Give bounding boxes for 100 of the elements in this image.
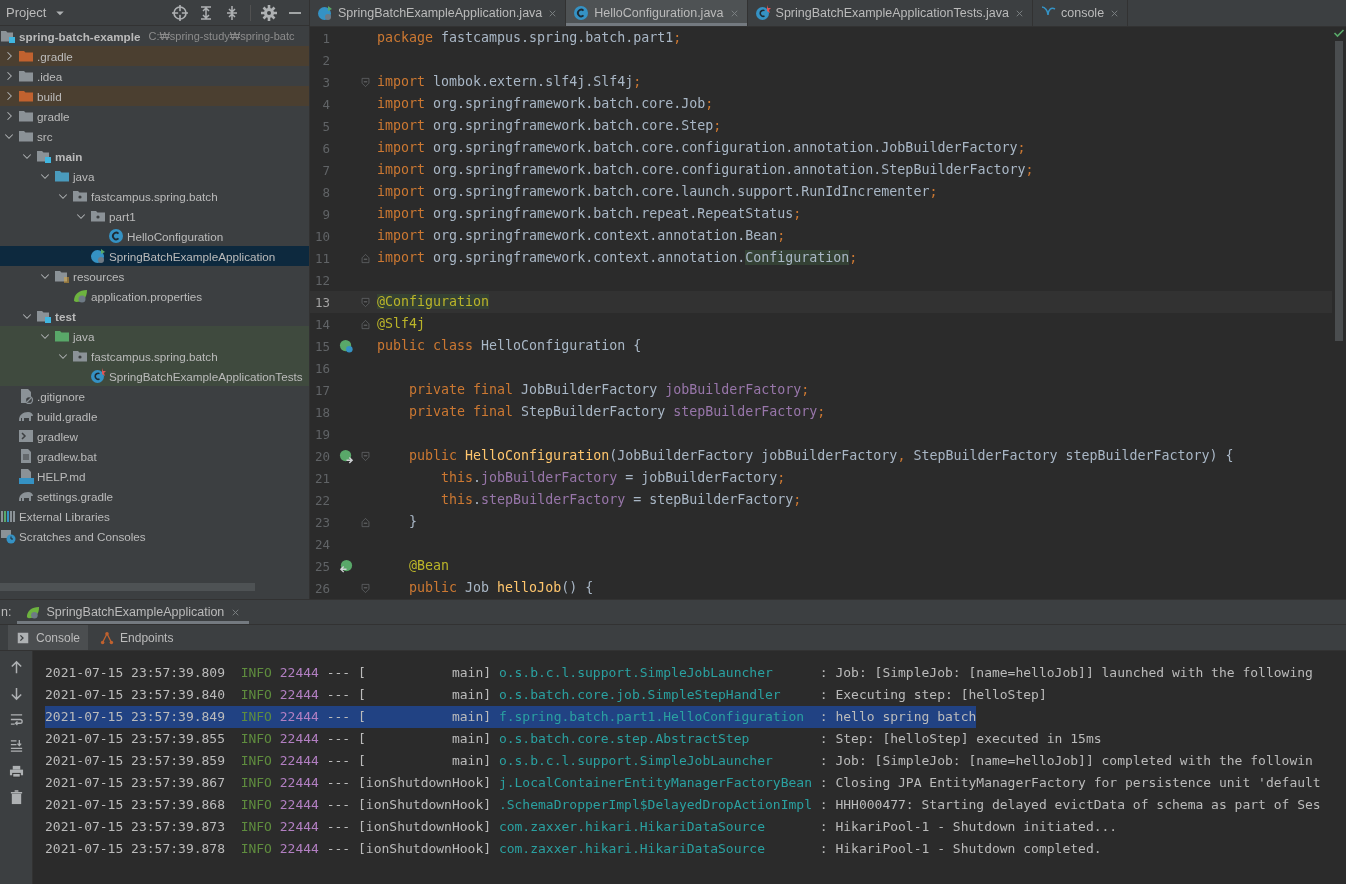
package-icon — [72, 348, 88, 364]
fold-marker-icon[interactable] — [360, 582, 371, 594]
folder-icon — [18, 128, 34, 144]
line-number: 25 — [313, 558, 330, 574]
line-number: 3 — [321, 74, 330, 90]
code-line: private final StepBuilderFactory stepBuilderFactory; — [408, 403, 826, 421]
project-view-dropdown[interactable]: Project — [6, 5, 67, 20]
fold-marker-icon[interactable] — [360, 516, 371, 528]
code-line: private final JobBuilderFactory jobBuilderFactory; — [408, 381, 810, 399]
line-number: 21 — [313, 470, 330, 486]
class-icon — [573, 5, 590, 21]
tree-item[interactable]: java — [0, 166, 309, 186]
code-line: import org.springframework.batch.core.Step; — [376, 117, 722, 135]
collapse-all-icon[interactable] — [224, 4, 240, 21]
code-line: this.stepBuilderFactory = stepBuilderFactory; — [440, 491, 802, 509]
tree-item[interactable]: main — [0, 146, 309, 166]
line-number: 18 — [313, 404, 330, 420]
line-number: 11 — [313, 250, 330, 266]
terminal-file-icon — [18, 428, 34, 444]
delete-icon[interactable] — [8, 790, 24, 805]
fold-marker-icon[interactable] — [360, 450, 371, 462]
line-number: 12 — [313, 272, 330, 288]
tree-item[interactable]: test — [0, 306, 309, 326]
module-folder-icon — [0, 28, 16, 44]
folder-icon — [18, 88, 34, 104]
tree-item[interactable]: External Libraries — [0, 506, 309, 526]
line-number: 1 — [321, 30, 330, 46]
tree-item[interactable]: SpringBatchExampleApplicationTests — [0, 366, 309, 386]
tree-item[interactable]: Scratches and Consoles — [0, 526, 309, 546]
log-line: 2021-07-15 23:57:39.840 INFO 22444 --- [ main] o.s.batch.core.job.SimpleStepHandler : Executing step: [helloStep] — [45, 686, 1047, 704]
tree-item[interactable]: .idea — [0, 66, 309, 86]
tree-item[interactable]: resources — [0, 266, 309, 286]
spring-class-icon — [90, 248, 106, 264]
code-line: package fastcampus.spring.batch.part1; — [376, 29, 682, 47]
line-number: 4 — [321, 96, 330, 112]
tree-item[interactable]: src — [0, 126, 309, 146]
expand-all-icon[interactable] — [198, 4, 214, 21]
bean-icon[interactable] — [338, 558, 354, 574]
tree-item[interactable]: .gradle — [0, 46, 309, 66]
code-line: import org.springframework.batch.core.configuration.annotation.StepBuilderFactory; — [376, 161, 1034, 179]
spring-class-icon — [317, 5, 333, 21]
locate-icon[interactable] — [172, 4, 188, 21]
tree-item[interactable]: .gitignore — [0, 386, 309, 406]
scroll-to-end-icon[interactable] — [8, 738, 24, 753]
tree-item[interactable]: build — [0, 86, 309, 106]
tool-tab[interactable]: Console — [8, 625, 89, 650]
tree-item[interactable]: fastcampus.spring.batch — [0, 186, 309, 206]
text-file-icon — [18, 448, 34, 464]
line-number: 6 — [321, 140, 330, 156]
tree-item[interactable]: part1 — [0, 206, 309, 226]
bean-icon[interactable] — [338, 338, 354, 354]
tree-item[interactable]: java — [0, 326, 309, 346]
fold-marker-icon[interactable] — [360, 296, 371, 308]
line-number: 26 — [313, 580, 330, 596]
editor-tab[interactable]: console — [1033, 0, 1129, 26]
tree-item[interactable]: application.properties — [0, 286, 309, 306]
code-line: import org.springframework.batch.core.configuration.annotation.JobBuilderFactory; — [376, 139, 1026, 157]
line-number: 16 — [313, 360, 330, 376]
line-number: 9 — [321, 206, 330, 222]
fold-marker-icon[interactable] — [360, 76, 371, 88]
line-number: 20 — [313, 448, 330, 464]
log-line: 2021-07-15 23:57:39.867 INFO 22444 --- [ionShutdownHook] j.LocalContainerEntityManagerFactoryBean : Closing JPA EntityManagerFactory for persistence unit 'default — [45, 774, 1321, 792]
tree-item[interactable]: spring-batch-example C:₩spring-study₩spring-batc — [0, 26, 309, 46]
tool-tab[interactable]: Endpoints — [92, 625, 182, 650]
editor-tab[interactable]: HelloConfiguration.java — [566, 0, 748, 26]
line-number: 19 — [313, 426, 330, 442]
fold-marker-icon[interactable] — [360, 252, 371, 264]
log-line: 2021-07-15 23:57:39.873 INFO 22444 --- [ionShutdownHook] com.zaxxer.hikari.HikariDataSource : HikariPool-1 - Shutdown initiated... — [45, 818, 1118, 836]
code-line: import org.springframework.context.annotation.Configuration; — [376, 249, 858, 267]
package-icon — [90, 208, 106, 224]
folder-icon — [54, 168, 70, 184]
tree-item[interactable]: fastcampus.spring.batch — [0, 346, 309, 366]
line-number: 24 — [313, 536, 330, 552]
code-line: import org.springframework.batch.core.Job; — [376, 95, 714, 113]
line-number: 14 — [313, 316, 330, 332]
tree-item[interactable]: HELP.md — [0, 466, 309, 486]
editor-tab[interactable]: SpringBatchExampleApplicationTests.java — [747, 0, 1033, 26]
tree-item[interactable]: HelloConfiguration — [0, 226, 309, 246]
tree-item[interactable]: build.gradle — [0, 406, 309, 426]
scrollbar-thumb[interactable] — [1335, 41, 1343, 341]
print-icon[interactable] — [8, 764, 24, 779]
code-line: import org.springframework.batch.core.launch.support.RunIdIncrementer; — [376, 183, 938, 201]
tree-item[interactable]: gradlew — [0, 426, 309, 446]
module-folder-icon — [36, 148, 52, 164]
bean-icon[interactable] — [338, 448, 354, 464]
tree-item[interactable]: gradle — [0, 106, 309, 126]
log-line: 2021-07-15 23:57:39.859 INFO 22444 --- [ main] o.s.b.c.l.support.SimpleJobLauncher : Job: [SimpleJob: [name=helloJob]] completed with the followin — [45, 752, 1313, 770]
tree-item[interactable]: SpringBatchExampleApplication — [0, 246, 309, 266]
tree-item[interactable]: settings.gradle — [0, 486, 309, 506]
code-line: import org.springframework.context.annotation.Bean; — [376, 227, 786, 245]
folder-icon — [18, 108, 34, 124]
settings-icon[interactable] — [261, 4, 277, 21]
run-tab[interactable]: SpringBatchExampleApplication — [17, 600, 250, 624]
soft-wrap-icon[interactable] — [8, 712, 24, 727]
package-icon — [72, 188, 88, 204]
code-line: public class HelloConfiguration { — [376, 337, 642, 355]
line-number: 8 — [321, 184, 330, 200]
fold-marker-icon[interactable] — [360, 318, 371, 330]
tree-item[interactable]: gradlew.bat — [0, 446, 309, 466]
console-icon — [16, 630, 30, 645]
